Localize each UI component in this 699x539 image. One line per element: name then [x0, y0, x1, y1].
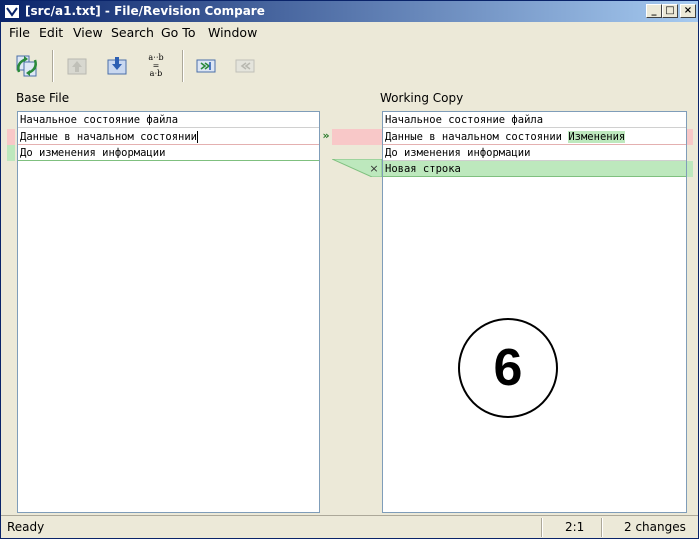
base-line-2-text: Данные в начальном состоянии	[20, 131, 198, 143]
previous-difference-button[interactable]	[61, 50, 93, 82]
minimize-button[interactable]: _	[646, 4, 662, 18]
working-copy-pane[interactable]: Начальное состояние файла Данные в начал…	[382, 111, 687, 513]
main-window: [src/a1.txt] - File/Revision Compare _ □…	[0, 0, 699, 539]
menu-edit[interactable]: Edit	[39, 25, 63, 40]
ignore-whitespace-button[interactable]: a⋅⋅b = a⋅b	[140, 50, 172, 82]
title-bar[interactable]: [src/a1.txt] - File/Revision Compare _ □…	[1, 1, 698, 22]
copy-to-right-icon	[196, 59, 216, 73]
copy-change-arrow[interactable]: »	[320, 128, 332, 144]
working-line-4[interactable]: Новая строка	[383, 161, 686, 177]
maximize-button[interactable]: □	[662, 4, 678, 18]
change-count: 2 changes	[624, 520, 686, 534]
next-difference-icon	[107, 57, 127, 75]
toolbar-separator	[52, 50, 54, 82]
working-copy-label: Working Copy	[380, 91, 464, 105]
changed-line-marker-right	[687, 129, 693, 145]
status-separator	[601, 518, 603, 537]
working-line-1[interactable]: Начальное состояние файла	[383, 112, 686, 128]
menu-search[interactable]: Search	[111, 25, 154, 40]
menu-bar: File Edit View Search Go To Window	[1, 22, 698, 43]
copy-to-left-icon	[235, 59, 255, 73]
refresh-compare-button[interactable]	[11, 50, 43, 82]
delete-change-button[interactable]: ×	[368, 162, 380, 176]
close-button[interactable]: ×	[680, 4, 696, 18]
previous-difference-icon	[67, 58, 87, 75]
base-file-label: Base File	[16, 91, 70, 105]
working-line-3[interactable]: До изменения информации	[383, 145, 686, 161]
working-line-2[interactable]: Данные в начальном состоянии Изменения	[383, 129, 686, 145]
app-icon[interactable]	[4, 4, 20, 19]
base-line-1[interactable]: Начальное состояние файла	[18, 112, 319, 128]
refresh-compare-icon	[16, 55, 37, 77]
copy-to-left-button[interactable]	[229, 50, 261, 82]
base-line-2[interactable]: Данные в начальном состоянии	[18, 129, 319, 145]
added-line-marker-right	[687, 161, 693, 177]
step-number-badge: 6	[458, 318, 558, 418]
status-separator	[541, 518, 543, 537]
whitespace-bottom-text: a⋅b	[149, 69, 163, 78]
status-bar: Ready 2:1 2 changes	[1, 515, 698, 539]
menu-view[interactable]: View	[73, 25, 103, 40]
added-line-marker	[7, 145, 15, 161]
toolbar-separator	[182, 50, 184, 82]
copy-to-right-button[interactable]	[190, 50, 222, 82]
working-line-2-text: Данные в начальном состоянии	[385, 131, 563, 143]
changed-line-marker	[7, 129, 15, 145]
menu-file[interactable]: File	[9, 25, 30, 40]
status-text: Ready	[7, 520, 45, 534]
base-line-3[interactable]: До изменения информации	[18, 145, 319, 161]
changed-word: Изменения	[568, 131, 626, 143]
base-file-pane[interactable]: Начальное состояние файла Данные в начал…	[17, 111, 320, 513]
text-cursor	[197, 131, 199, 143]
cursor-position: 2:1	[565, 520, 585, 534]
menu-window[interactable]: Window	[208, 25, 257, 40]
next-difference-button[interactable]	[101, 50, 133, 82]
changed-block-connector	[332, 129, 382, 145]
toolbar: a⋅⋅b = a⋅b	[1, 46, 698, 88]
menu-goto[interactable]: Go To	[161, 25, 195, 40]
window-title: [src/a1.txt] - File/Revision Compare	[25, 4, 265, 18]
